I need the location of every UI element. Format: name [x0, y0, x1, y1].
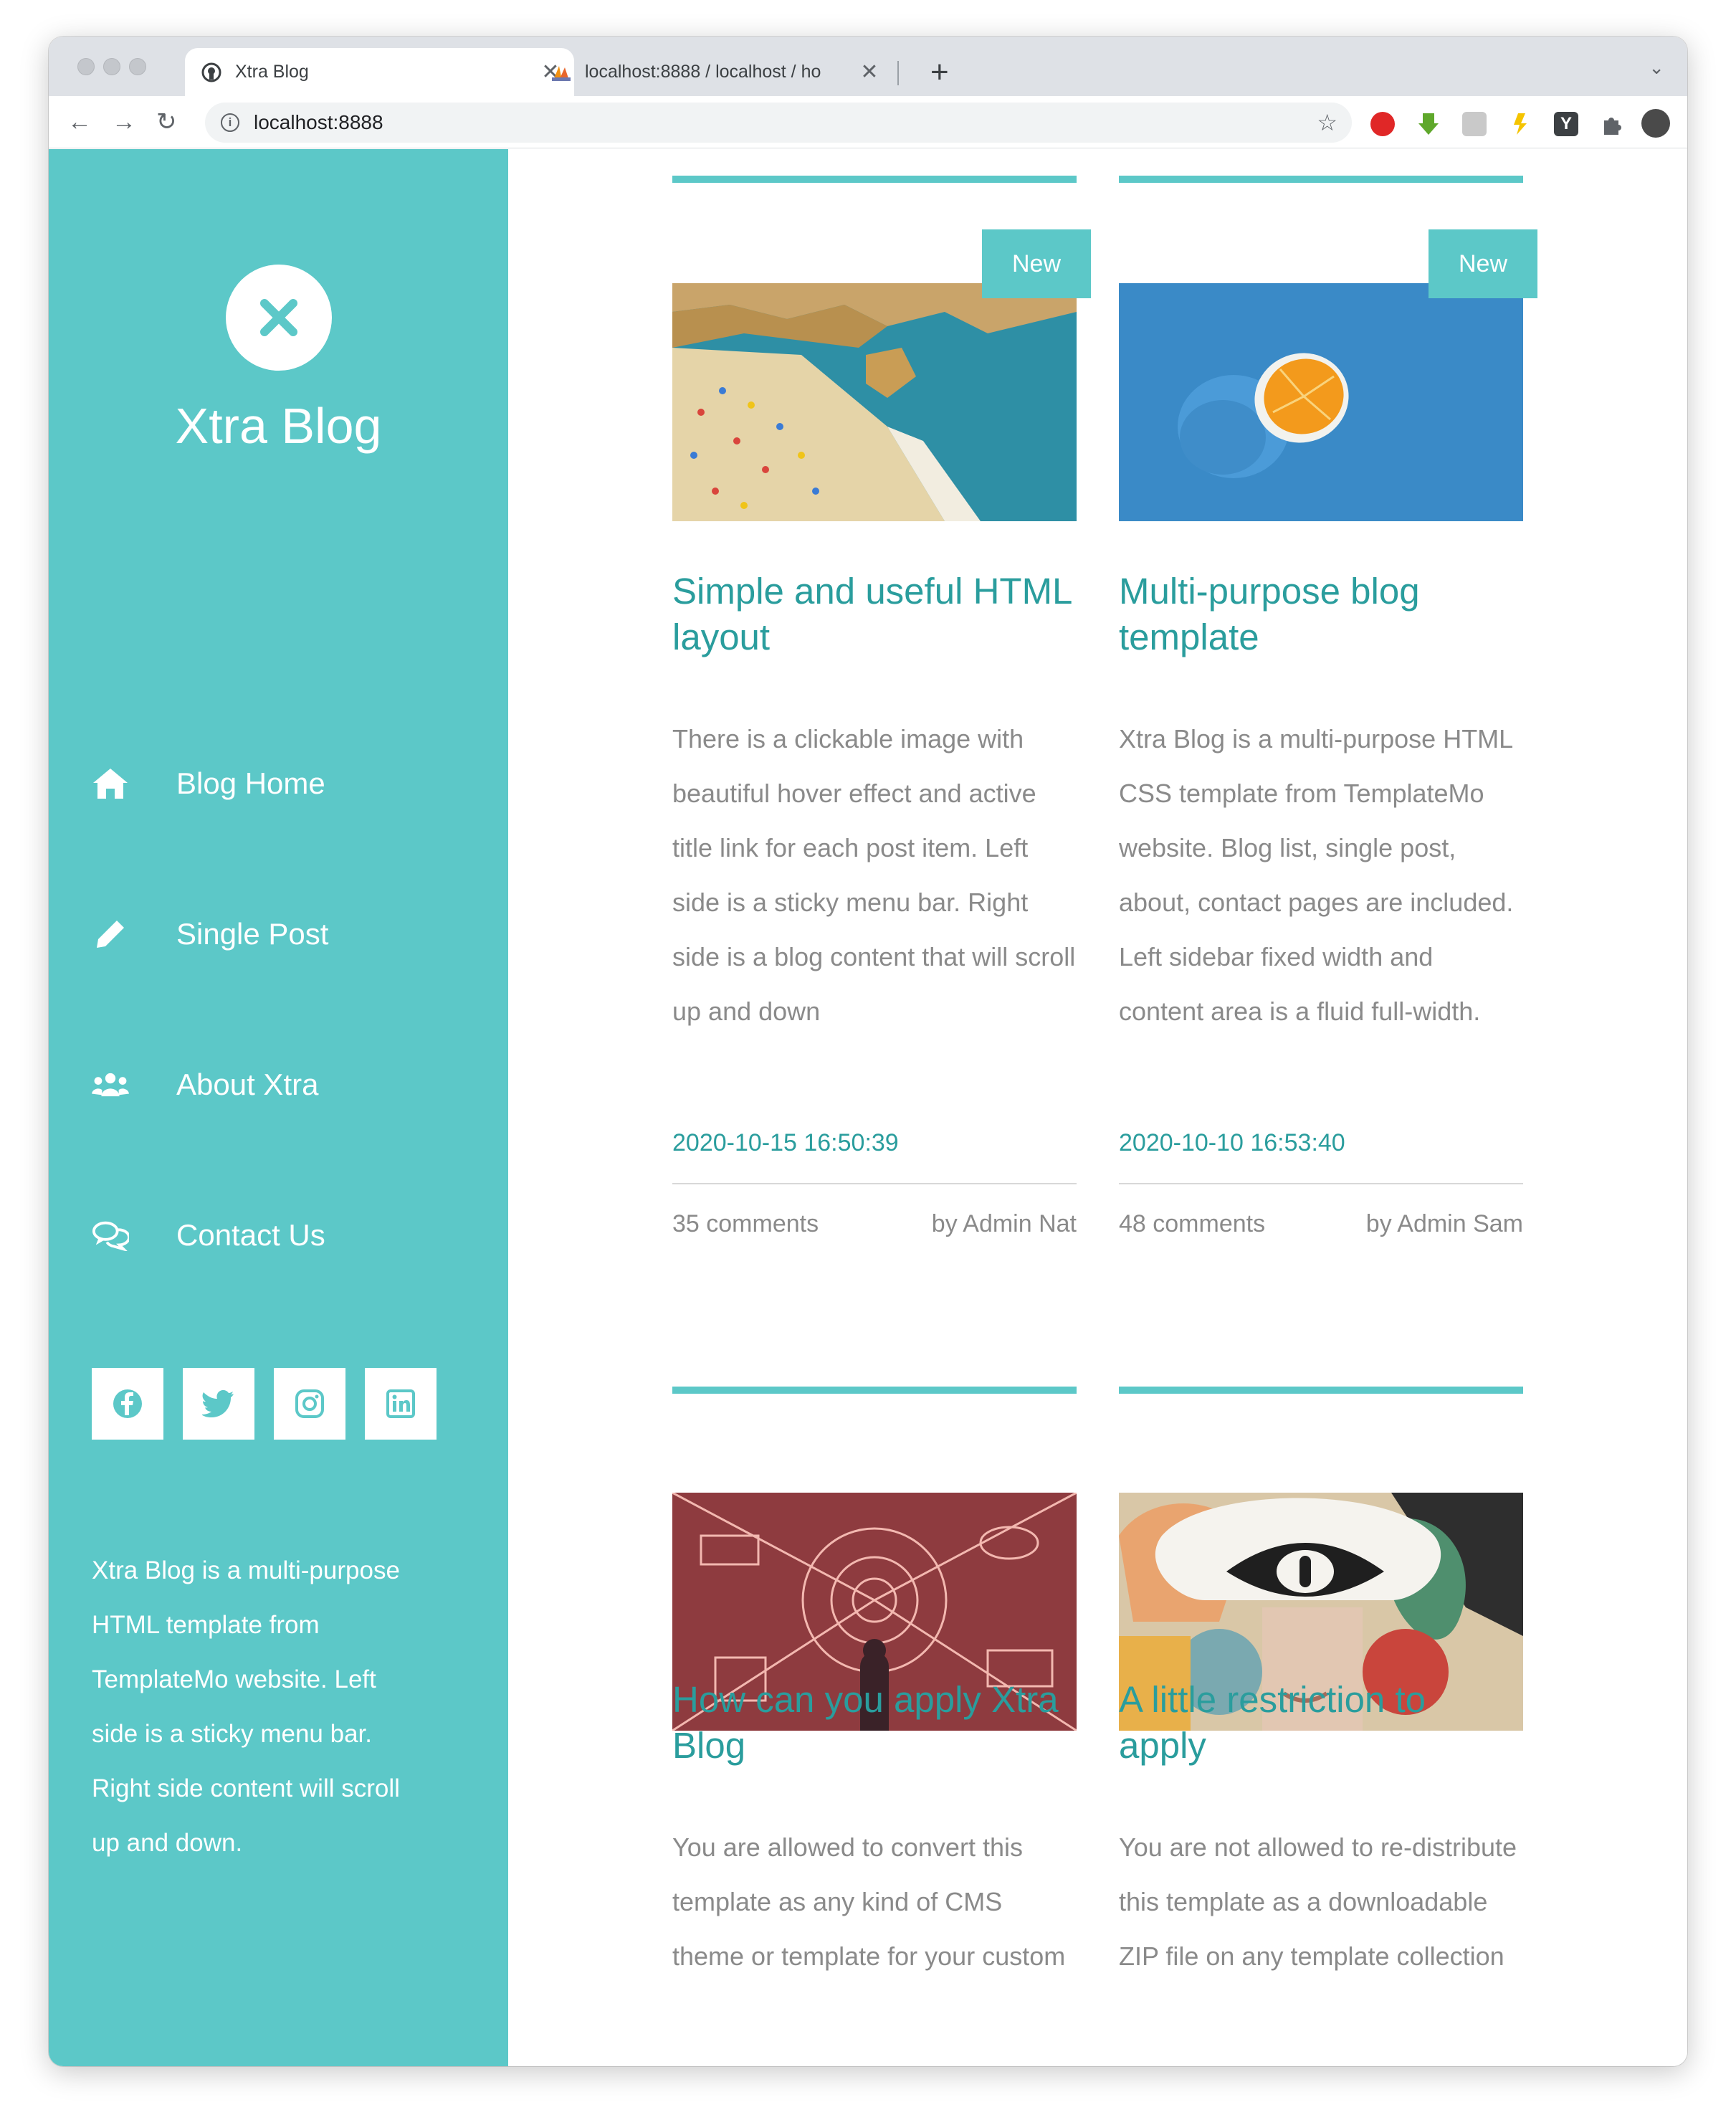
site-info-icon[interactable]: i [221, 113, 239, 132]
post-excerpt: You are allowed to convert this template… [672, 1832, 1066, 1971]
post-top-accent [672, 176, 1077, 183]
post-card: New Multi-purpose blog template Xtra Blo… [1119, 176, 1537, 1323]
post-card: How can you apply Xtra Blog You are allo… [672, 1387, 1077, 2066]
post-author: by Admin Nat [931, 1210, 1077, 1237]
nav-about-xtra[interactable]: About Xtra [92, 1060, 318, 1110]
site-logo[interactable] [226, 265, 332, 371]
nav-single-post[interactable]: Single Post [92, 909, 328, 959]
post-divider [1119, 1183, 1523, 1184]
post-card: New Simple and useful HTML layout There … [672, 176, 1091, 1323]
post-date: 2020-10-10 16:53:40 [1119, 1129, 1345, 1156]
facebook-button[interactable] [92, 1368, 163, 1440]
screenshot-extension-icon[interactable] [1462, 112, 1487, 136]
close-tab-icon[interactable]: ✕ [859, 60, 880, 85]
download-extension-icon[interactable] [1416, 112, 1441, 136]
twitter-icon [202, 1389, 234, 1417]
home-icon [92, 765, 129, 802]
lightning-extension-icon[interactable] [1508, 112, 1532, 136]
tab-bar: Xtra Blog ✕ localhost:8888 / localhost /… [49, 37, 1687, 96]
blue-orange-photo[interactable] [1119, 283, 1523, 521]
beach-photo[interactable] [672, 283, 1077, 521]
pencil-icon [92, 916, 129, 953]
reload-icon[interactable]: ↻ [156, 106, 177, 138]
site-title[interactable]: Xtra Blog [49, 397, 508, 455]
tab-title: localhost:8888 / localhost / ho [585, 62, 821, 82]
comments-icon [92, 1217, 129, 1254]
window-zoom-button[interactable] [129, 58, 146, 75]
facebook-icon [113, 1389, 142, 1418]
nav-label: About Xtra [176, 1068, 319, 1101]
window-minimize-button[interactable] [103, 58, 120, 75]
instagram-icon [295, 1389, 324, 1418]
tab-phpmyadmin[interactable]: localhost:8888 / localhost / ho ✕ [535, 48, 893, 96]
github-icon [201, 62, 222, 83]
close-x-icon [260, 299, 297, 336]
window-close-button[interactable] [77, 58, 95, 75]
nav-label: Contact Us [176, 1218, 325, 1252]
web-page: Xtra Blog Blog Home Single Post About Xt… [49, 149, 1687, 2066]
twitter-button[interactable] [183, 1368, 254, 1440]
bookmark-star-icon[interactable]: ☆ [1317, 109, 1337, 136]
address-bar[interactable]: i localhost:8888 ☆ [205, 103, 1352, 143]
post-card: A little restriction to apply You are no… [1119, 1387, 1523, 2066]
post-comments[interactable]: 35 comments [672, 1210, 819, 1238]
phpmyadmin-icon [550, 62, 572, 83]
puzzle-extensions-icon[interactable] [1600, 112, 1624, 136]
linkedin-icon [386, 1389, 415, 1418]
sidebar-description: Xtra Blog is a multi-purpose HTML templa… [92, 1556, 400, 1857]
post-title[interactable]: A little restriction to apply [1119, 1677, 1523, 1769]
browser-window: Xtra Blog ✕ localhost:8888 / localhost /… [49, 37, 1687, 2066]
post-excerpt: Xtra Blog is a multi-purpose HTML CSS te… [1119, 724, 1514, 1026]
forward-arrow-icon[interactable]: → [112, 106, 136, 138]
post-top-accent [1119, 176, 1523, 183]
sidebar: Xtra Blog Blog Home Single Post About Xt… [49, 149, 508, 2066]
post-excerpt: You are not allowed to re-distribute thi… [1119, 1832, 1517, 1971]
post-top-accent [672, 1387, 1077, 1394]
post-title[interactable]: Simple and useful HTML layout [672, 569, 1077, 660]
new-badge: New [1429, 229, 1537, 298]
users-icon [92, 1066, 129, 1103]
browser-toolbar: ← → ↻ i localhost:8888 ☆ Y ⋮ [49, 96, 1687, 148]
opera-extension-icon[interactable] [1370, 112, 1395, 136]
post-title[interactable]: How can you apply Xtra Blog [672, 1677, 1077, 1769]
nav-label: Single Post [176, 917, 329, 951]
profile-avatar[interactable] [1641, 109, 1670, 138]
tab-search-icon[interactable]: ⌄ [1649, 57, 1664, 79]
back-arrow-icon[interactable]: ← [67, 106, 92, 138]
instagram-button[interactable] [274, 1368, 345, 1440]
url-text[interactable]: localhost:8888 [254, 111, 1317, 134]
post-title[interactable]: Multi-purpose blog template [1119, 569, 1523, 660]
nav-blog-home[interactable]: Blog Home [92, 759, 325, 809]
post-author: by Admin Sam [1365, 1210, 1523, 1237]
new-tab-button[interactable]: + [930, 52, 949, 92]
linkedin-button[interactable] [365, 1368, 437, 1440]
y-extension-icon[interactable]: Y [1554, 112, 1578, 136]
tab-title: Xtra Blog [235, 62, 309, 82]
post-date: 2020-10-15 16:50:39 [672, 1129, 899, 1156]
new-badge: New [982, 229, 1091, 298]
post-excerpt: There is a clickable image with beautifu… [672, 724, 1076, 1026]
post-divider [672, 1183, 1077, 1184]
nav-label: Blog Home [176, 766, 325, 800]
nav-contact-us[interactable]: Contact Us [92, 1210, 325, 1260]
tab-separator [897, 61, 899, 85]
tab-xtra-blog[interactable]: Xtra Blog ✕ [185, 48, 574, 96]
post-comments[interactable]: 48 comments [1119, 1210, 1265, 1238]
post-top-accent [1119, 1387, 1523, 1394]
